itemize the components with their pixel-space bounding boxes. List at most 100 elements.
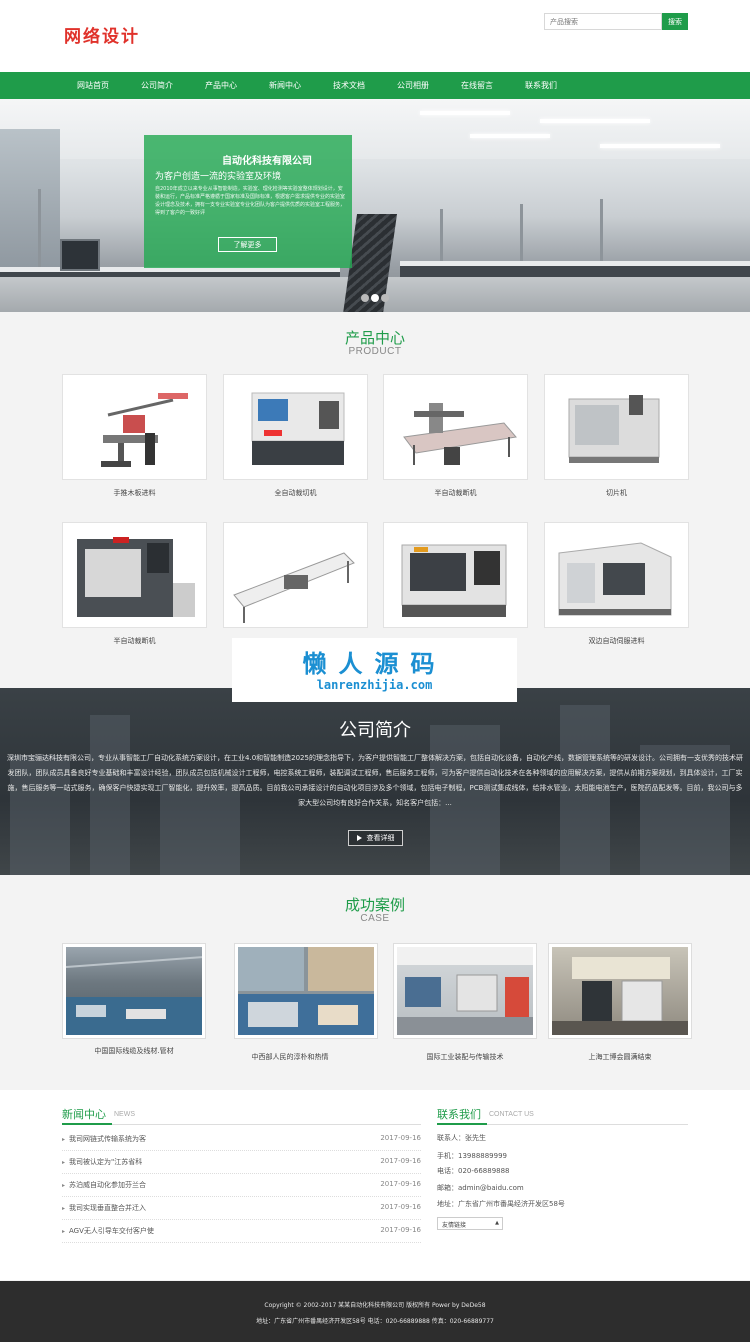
case-label[interactable]: 国际工业装配与传输技术 xyxy=(385,1052,545,1062)
contact-heading: 联系我们 xyxy=(437,1108,481,1121)
product-card[interactable] xyxy=(62,374,207,480)
product-card[interactable] xyxy=(544,522,689,628)
case-card[interactable] xyxy=(548,943,692,1039)
contact-phone: 电话：020-66889888 xyxy=(437,1167,510,1175)
product-card[interactable] xyxy=(544,374,689,480)
arrow-right-icon: ▸ xyxy=(62,1136,66,1143)
news-item[interactable]: ▸ 我司网链式传输系统为客 2017-09-16 xyxy=(62,1128,421,1151)
contact-email: 邮箱：admin@baidu.com xyxy=(437,1184,524,1192)
contact-address: 地址：广东省广州市番禺经济开发区58号 xyxy=(437,1200,565,1208)
product-image xyxy=(77,537,195,617)
products-heading: 产品中心 xyxy=(344,329,405,347)
lab-ceiling-image xyxy=(0,99,750,159)
about-text: 深圳市宝骊达科技有限公司，专业从事智能工厂自动化系统方案设计，在工业4.0和智能… xyxy=(7,754,743,807)
product-image xyxy=(403,403,517,465)
nav-item-contact[interactable]: 联系我们 xyxy=(509,72,573,99)
case-card[interactable] xyxy=(393,943,537,1039)
contact-person: 联系人：张先生 xyxy=(437,1134,486,1142)
product-label[interactable]: 手推木板进料 xyxy=(62,488,207,498)
nav-item-about[interactable]: 公司简介 xyxy=(125,72,189,99)
product-card[interactable] xyxy=(383,522,528,628)
nav-item-news[interactable]: 新闻中心 xyxy=(253,72,317,99)
product-card[interactable] xyxy=(223,522,368,628)
product-label[interactable]: 半自动裁断机 xyxy=(383,488,528,498)
watermark-url: lanrenzhijia.com xyxy=(316,678,433,692)
contact-mobile: 手机：13988889999 xyxy=(437,1152,507,1160)
product-image xyxy=(233,552,355,623)
banner-title: 自动化科技有限公司 xyxy=(222,156,312,167)
cases-heading: 成功案例 xyxy=(344,896,405,914)
nav-item-home[interactable]: 网站首页 xyxy=(61,72,125,99)
product-card[interactable] xyxy=(383,374,528,480)
cases-subheading: CASE xyxy=(360,913,390,924)
news-title[interactable]: 我司实现垂直整合并迁入 xyxy=(69,1203,146,1213)
footer-info: 地址：广东省广州市番禺经济开发区58号 电话：020-66889888 传真：0… xyxy=(256,1318,494,1325)
learn-more-button[interactable]: 了解更多 xyxy=(218,237,277,252)
news-heading-en: NEWS xyxy=(114,1111,135,1118)
news-date: 2017-09-16 xyxy=(380,1180,421,1188)
arrow-right-icon: ▸ xyxy=(62,1228,66,1235)
news-item[interactable]: ▸ 苏泊威自动化参加芬兰合 2017-09-16 xyxy=(62,1174,421,1197)
slide-dot-2[interactable] xyxy=(371,294,379,302)
lab-monitor-image xyxy=(60,239,100,271)
watermark-title: 懒人源码 xyxy=(302,650,447,678)
nav-item-docs[interactable]: 技术文档 xyxy=(317,72,381,99)
case-card[interactable] xyxy=(234,943,378,1039)
arrow-right-icon: ▸ xyxy=(62,1159,66,1166)
case-image xyxy=(397,947,533,1035)
news-date: 2017-09-16 xyxy=(380,1157,421,1165)
product-image xyxy=(101,393,188,467)
friend-links-label: 友情链接 xyxy=(442,1222,467,1229)
product-label[interactable]: 切片机 xyxy=(544,488,689,498)
nav-item-album[interactable]: 公司相册 xyxy=(381,72,445,99)
product-image xyxy=(251,392,345,465)
news-item[interactable]: ▸ AGV无人引导车交付客户使 2017-09-16 xyxy=(62,1220,421,1243)
product-label[interactable]: 双边自动伺服进料 xyxy=(544,636,689,646)
main-nav: 网站首页 公司简介 产品中心 新闻中心 技术文档 公司相册 在线留言 联系我们 xyxy=(0,72,750,99)
news-date: 2017-09-16 xyxy=(380,1134,421,1142)
slide-dot-1[interactable] xyxy=(361,294,369,302)
case-label[interactable]: 上海工博会圆满结束 xyxy=(540,1052,700,1062)
product-card[interactable] xyxy=(62,522,207,628)
about-heading: 公司简介 xyxy=(339,720,411,741)
contact-heading-en: CONTACT US xyxy=(489,1111,534,1118)
case-label[interactable]: 中西部人民的淳朴和热情 xyxy=(210,1052,370,1062)
search-button[interactable]: 搜索 xyxy=(662,13,688,30)
news-title[interactable]: 我司网链式传输系统为客 xyxy=(69,1134,146,1144)
product-image xyxy=(401,544,507,617)
site-logo[interactable]: 网络设计 xyxy=(64,22,140,47)
case-label[interactable]: 中国国际线缆及线材.管材 xyxy=(54,1046,214,1056)
case-image xyxy=(66,947,202,1035)
site-footer: Copyright © 2002-2017 某某自动化科技有限公司 版权所有 P… xyxy=(0,1281,750,1342)
case-card[interactable] xyxy=(62,943,206,1039)
product-card[interactable] xyxy=(223,374,368,480)
nav-item-products[interactable]: 产品中心 xyxy=(189,72,253,99)
news-title[interactable]: 我司被认定为"江苏省科 xyxy=(69,1157,142,1167)
search-input[interactable] xyxy=(544,13,662,30)
news-date: 2017-09-16 xyxy=(380,1226,421,1234)
nav-item-message[interactable]: 在线留言 xyxy=(445,72,509,99)
banner-subtitle: 为客户创造一流的实验室及环境 xyxy=(155,172,282,182)
product-image xyxy=(568,395,660,463)
footer-copyright: Copyright © 2002-2017 某某自动化科技有限公司 版权所有 P… xyxy=(264,1302,486,1309)
case-image xyxy=(238,947,374,1035)
arrow-right-icon: ▸ xyxy=(62,1205,66,1212)
news-title[interactable]: AGV无人引导车交付客户使 xyxy=(69,1226,154,1236)
watermark-banner: 懒人源码 lanrenzhijia.com xyxy=(232,638,517,702)
products-subheading: PRODUCT xyxy=(348,346,402,357)
product-label[interactable]: 全自动裁切机 xyxy=(223,488,368,498)
news-heading: 新闻中心 xyxy=(62,1108,106,1121)
friend-links-select[interactable]: 友情链接 ▲ xyxy=(437,1217,503,1230)
news-item[interactable]: ▸ 我司实现垂直整合并迁入 2017-09-16 xyxy=(62,1197,421,1220)
news-title[interactable]: 苏泊威自动化参加芬兰合 xyxy=(69,1180,146,1190)
news-date: 2017-09-16 xyxy=(380,1203,421,1211)
product-label[interactable]: 半自动裁断机 xyxy=(62,636,207,646)
news-item[interactable]: ▸ 我司被认定为"江苏省科 2017-09-16 xyxy=(62,1151,421,1174)
product-image xyxy=(558,542,672,616)
caret-up-icon: ▲ xyxy=(495,1220,499,1226)
play-icon xyxy=(356,835,362,841)
slide-dot-3[interactable] xyxy=(381,294,389,302)
site-header: 网络设计 搜索 xyxy=(0,0,750,72)
case-image xyxy=(552,947,688,1035)
view-details-button[interactable]: 查看详细 xyxy=(348,830,403,846)
